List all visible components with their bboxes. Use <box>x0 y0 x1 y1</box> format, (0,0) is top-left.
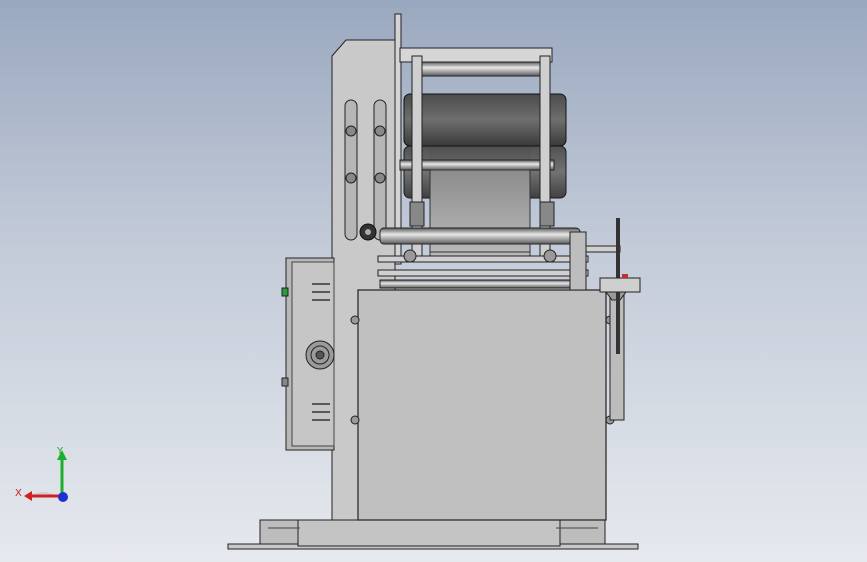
machine-assembly-model[interactable] <box>0 0 867 562</box>
fan-icon <box>305 340 335 370</box>
control-box <box>281 257 335 451</box>
orientation-triad[interactable]: Y X <box>10 440 80 510</box>
graphics-viewport[interactable]: Y X <box>0 0 867 562</box>
x-axis-label: X <box>15 488 22 499</box>
lower-shaft <box>377 227 589 291</box>
cabinet-body <box>350 289 627 521</box>
z-axis-dot <box>58 492 68 502</box>
base-frame <box>227 519 639 550</box>
roller-assembly <box>399 47 567 257</box>
x-axis-arrowhead <box>24 491 32 501</box>
y-axis-label: Y <box>56 446 64 457</box>
